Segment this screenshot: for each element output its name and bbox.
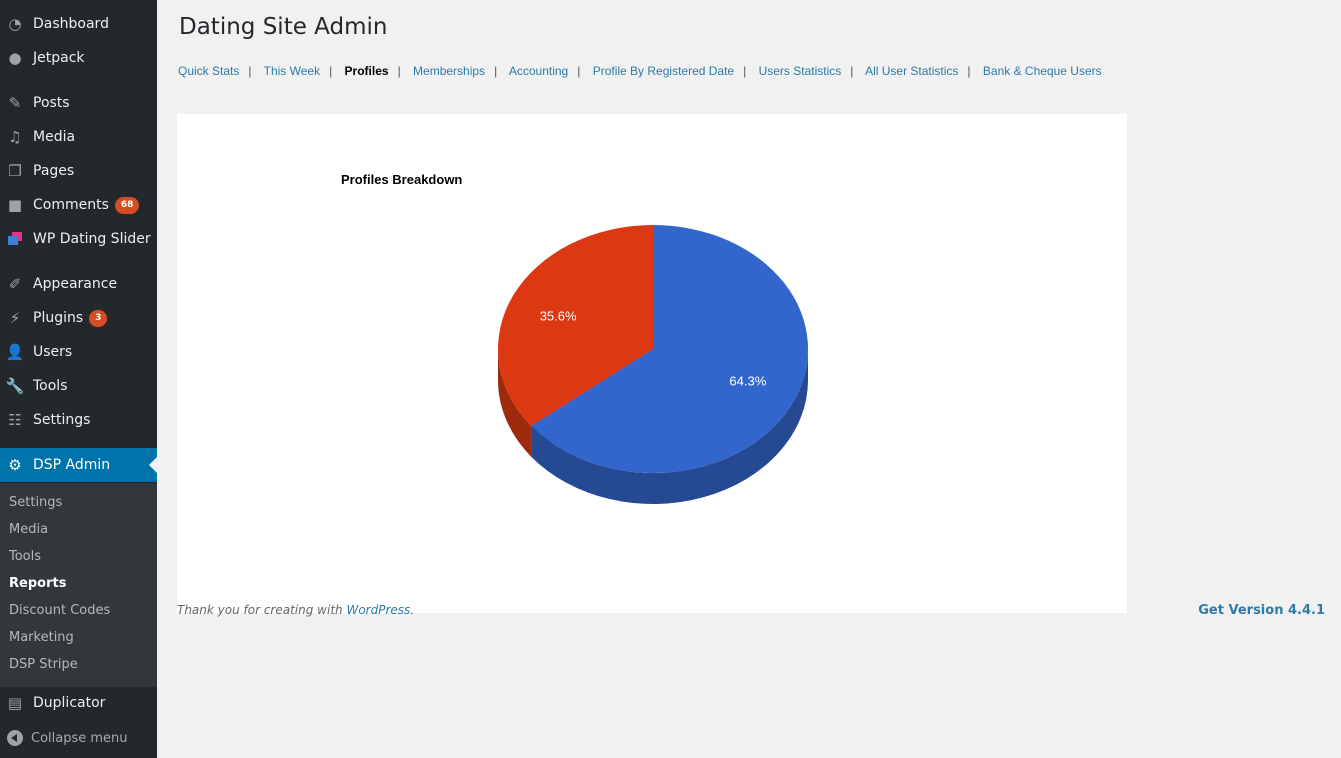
pie-chart: 64.3% 35.6%: [498, 225, 808, 504]
pie-slice-label: 35.6%: [540, 309, 577, 324]
separator: |: [329, 64, 333, 78]
separator: |: [743, 64, 747, 78]
slider-icon: [5, 229, 25, 249]
dsp-admin-submenu: Settings Media Tools Reports Discount Co…: [0, 483, 157, 687]
collapse-arrow-icon: [7, 730, 23, 746]
collapse-menu-button[interactable]: Collapse menu: [0, 727, 128, 749]
sidebar-item-media[interactable]: ♫ Media: [0, 120, 157, 154]
dashboard-icon: ◔: [8, 15, 22, 33]
plugins-count-badge: 3: [89, 309, 108, 327]
sidebar-item-wp-dating-slider[interactable]: WP Dating Slider: [0, 222, 157, 256]
footer-thanks: Thank you for creating with WordPress.: [177, 603, 415, 617]
page-title: Dating Site Admin: [179, 14, 388, 40]
gear-icon: ⚙: [8, 456, 22, 474]
subnav-users-statistics[interactable]: Users Statistics: [759, 64, 842, 78]
chart-panel: Profiles Breakdown 64.3% 35.6%: [177, 114, 1127, 613]
subnav-this-week[interactable]: This Week: [264, 64, 320, 78]
brush-icon: ✐: [8, 275, 22, 293]
submenu-settings[interactable]: Settings: [9, 495, 62, 510]
separator: |: [850, 64, 854, 78]
separator: |: [494, 64, 498, 78]
jetpack-icon: ●: [8, 49, 22, 67]
separator: |: [967, 64, 971, 78]
comments-count-badge: 68: [114, 196, 140, 214]
admin-sidebar: ◔ Dashboard ● Jetpack ✎ Posts ♫ Media ❐ Pages…: [0, 0, 157, 758]
separator: |: [577, 64, 581, 78]
media-icon: ♫: [8, 128, 22, 146]
sidebar-item-appearance[interactable]: ✐ Appearance: [0, 267, 157, 301]
subnav-all-user-statistics[interactable]: All User Statistics: [865, 64, 958, 78]
user-icon: 👤: [5, 343, 25, 361]
wordpress-link[interactable]: WordPress: [346, 603, 410, 617]
sidebar-item-posts[interactable]: ✎ Posts: [0, 86, 157, 120]
sidebar-item-dsp-admin[interactable]: ⚙ DSP Admin: [0, 448, 157, 482]
subnav-bank-cheque-users[interactable]: Bank & Cheque Users: [983, 64, 1102, 78]
plug-icon: ⚡: [9, 309, 21, 327]
sidebar-item-tools[interactable]: 🔧 Tools: [0, 369, 157, 403]
submenu-reports[interactable]: Reports: [9, 576, 66, 591]
comment-icon: ■: [7, 196, 23, 214]
report-subnav: Quick Stats | This Week | Profiles | Member…: [178, 64, 1102, 78]
sliders-icon: ☷: [8, 411, 22, 429]
sidebar-item-jetpack[interactable]: ● Jetpack: [0, 41, 157, 75]
get-version-link[interactable]: Get Version 4.4.1: [1198, 603, 1325, 618]
active-indicator: [149, 457, 157, 473]
submenu-discount-codes[interactable]: Discount Codes: [9, 603, 110, 618]
sidebar-item-settings[interactable]: ☷ Settings: [0, 403, 157, 437]
sidebar-item-plugins[interactable]: ⚡ Plugins 3: [0, 301, 157, 335]
subnav-accounting[interactable]: Accounting: [509, 64, 568, 78]
sidebar-item-duplicator[interactable]: ▤ Duplicator: [0, 686, 157, 720]
submenu-dsp-stripe[interactable]: DSP Stripe: [9, 657, 78, 672]
sidebar-item-dashboard[interactable]: ◔ Dashboard: [0, 7, 157, 41]
subnav-profiles[interactable]: Profiles: [345, 64, 389, 78]
submenu-media[interactable]: Media: [9, 522, 48, 537]
sidebar-item-users[interactable]: 👤 Users: [0, 335, 157, 369]
sidebar-item-comments[interactable]: ■ Comments 68: [0, 188, 157, 222]
sidebar-item-pages[interactable]: ❐ Pages: [0, 154, 157, 188]
wrench-icon: 🔧: [5, 377, 25, 395]
subnav-quick-stats[interactable]: Quick Stats: [178, 64, 239, 78]
submenu-tools[interactable]: Tools: [9, 549, 41, 564]
separator: |: [397, 64, 401, 78]
submenu-marketing[interactable]: Marketing: [9, 630, 74, 645]
pie-slice-label: 64.3%: [729, 373, 766, 388]
duplicator-icon: ▤: [7, 694, 23, 712]
pin-icon: ✎: [8, 94, 22, 112]
separator: |: [248, 64, 252, 78]
pages-icon: ❐: [8, 162, 22, 180]
subnav-memberships[interactable]: Memberships: [413, 64, 485, 78]
subnav-profile-by-registered-date[interactable]: Profile By Registered Date: [593, 64, 734, 78]
